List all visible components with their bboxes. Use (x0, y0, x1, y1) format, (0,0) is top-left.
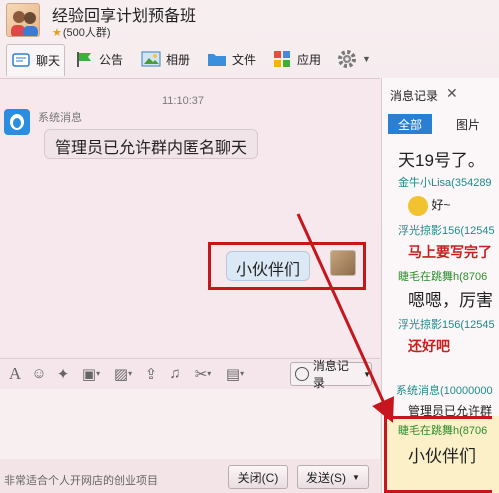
group-name: 经验回享计划预备班 (52, 8, 197, 25)
history-sender-name: 睫毛在跳舞h(8706 (398, 271, 488, 283)
announcement-icon (77, 52, 91, 67)
system-sender-label: 系统消息 (38, 112, 82, 124)
history-message-text: 好~ (431, 198, 451, 213)
gift-icon[interactable]: ▣ ▾ (76, 363, 106, 385)
tab-apps[interactable]: 应用 (268, 44, 325, 74)
tab-announcement[interactable]: 公告 (70, 44, 127, 74)
album-icon (141, 51, 161, 67)
music-icon[interactable]: ♫ (164, 363, 186, 385)
emoji-icon[interactable]: ☺ (28, 363, 50, 385)
send-button-label: 发送(S) (306, 470, 347, 485)
tab-files[interactable]: 文件 (203, 44, 260, 74)
message-history-label: 消息记录 (312, 359, 349, 390)
system-message-bubble: 管理员已允许群内匿名聊天 (44, 129, 259, 159)
screenshot-scissors-icon[interactable]: ✂ ▾ (188, 363, 218, 385)
history-message-text: 天19号了。 (398, 151, 485, 170)
history-tab-images[interactable]: 图片 (456, 116, 480, 133)
gear-icon (338, 50, 356, 68)
member-count: ★(500人群) (52, 24, 111, 40)
upload-icon[interactable]: ⇪ (140, 363, 162, 385)
chevron-down-icon: ▼ (363, 369, 371, 379)
history-message-text: 马上要写完了 (408, 244, 492, 260)
font-icon[interactable]: A (4, 363, 26, 385)
promo-link[interactable]: 非常适合个人开网店的创业项目 (4, 472, 158, 488)
folder-icon (208, 54, 226, 66)
tab-apps-label: 应用 (297, 52, 322, 67)
image-icon[interactable]: ▨ ▾ (108, 363, 138, 385)
window-header: 经验回享计划预备班 ★(500人群) (0, 0, 499, 40)
history-sender-name: 金牛小Lisa(354289 (398, 177, 492, 189)
clock-icon (295, 367, 309, 381)
system-avatar (4, 109, 30, 135)
history-panel-title: 消息记录 (390, 89, 439, 103)
message-history-button[interactable]: 消息记录 ▼ (290, 359, 372, 390)
history-message-emoji: 好~ (408, 196, 450, 216)
tab-announcement-label: 公告 (99, 52, 124, 67)
tab-album[interactable]: 相册 (137, 44, 194, 74)
tab-chat-label: 聊天 (36, 54, 61, 68)
annotation-highlight-box (384, 416, 492, 493)
message-history-panel: 消息记录 ✕ 全部 图片 天19号了。 金牛小Lisa(354289 好~ 浮光… (381, 78, 499, 493)
history-message-text: 嗯嗯，厉害 (408, 291, 493, 310)
message-timestamp: 11:10:37 (162, 95, 205, 107)
chevron-down-icon: ▼ (362, 54, 371, 64)
magic-wand-icon[interactable]: ✦ (52, 363, 74, 385)
qq-penguin-icon (10, 114, 24, 130)
apps-icon (274, 51, 290, 67)
history-tab-all[interactable]: 全部 (388, 114, 432, 134)
member-count-text: (500人群) (62, 27, 111, 39)
more-tools-icon[interactable]: ▤ ▾ (220, 363, 250, 385)
group-avatar[interactable] (6, 3, 40, 37)
settings-menu[interactable]: ▼ (332, 44, 375, 74)
close-icon[interactable]: ✕ (446, 85, 458, 102)
input-toolbar: A ☺ ✦ ▣ ▾ ▨ ▾ ⇪ ♫ ✂ ▾ ▤ ▾ 消息记录 ▼ (0, 358, 380, 390)
chevron-down-icon[interactable]: ▼ (352, 473, 360, 482)
message-input[interactable] (0, 389, 380, 459)
history-sender-name: 浮光掠影156(12545 (398, 225, 495, 237)
tab-files-label: 文件 (232, 52, 257, 67)
chat-messages[interactable]: 11:10:37 系统消息 管理员已允许群内匿名聊天 小伙伴们 (0, 78, 380, 356)
send-button[interactable]: 发送(S) ▼ (297, 465, 369, 489)
close-button[interactable]: 关闭(C) (228, 465, 288, 489)
emoji-face-icon (408, 196, 428, 216)
history-sender-name: 浮光掠影156(12545 (398, 319, 495, 331)
group-avatar-icon (11, 11, 38, 36)
history-message-text: 还好吧 (408, 338, 450, 354)
annotation-highlight-box (208, 242, 366, 290)
tab-chat[interactable]: 聊天 (6, 44, 66, 76)
chat-icon (12, 52, 30, 67)
feature-tabs: 聊天 公告 相册 文件 应用 ▼ (0, 44, 499, 76)
tab-album-label: 相册 (166, 52, 191, 67)
history-sender-name: 系统消息(10000000 (396, 385, 493, 397)
bottom-bar: 非常适合个人开网店的创业项目 关闭(C) 发送(S) ▼ (0, 460, 380, 493)
star-icon: ★ (52, 27, 62, 39)
